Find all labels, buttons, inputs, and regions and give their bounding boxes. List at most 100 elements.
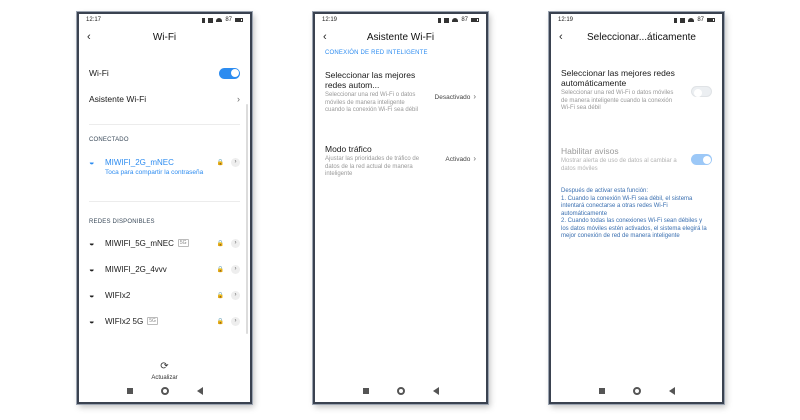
network-details-icon[interactable]: › bbox=[231, 316, 240, 326]
wifi-toggle-row[interactable]: Wi-Fi bbox=[89, 67, 240, 79]
network-item[interactable]: ◒ WIFIx2 5G 5G 🔒 › bbox=[89, 314, 240, 328]
home-button[interactable] bbox=[632, 387, 641, 395]
wifi-label: Wi-Fi bbox=[89, 68, 109, 78]
nav-bar bbox=[551, 380, 722, 402]
header: ‹ Seleccionar...áticamente bbox=[551, 26, 722, 48]
status-icons: 87 bbox=[438, 17, 479, 23]
signal-icon bbox=[444, 17, 450, 23]
chevron-right-icon: › bbox=[237, 94, 240, 104]
enable-alerts-setting[interactable]: Habilitar avisos Mostrar alerta de uso d… bbox=[561, 146, 712, 173]
phone-screen-wifi-assistant: 12:19 87 ‹ Asistente Wi-Fi CONEXIÓN DE R… bbox=[313, 12, 488, 404]
battery-icon bbox=[471, 18, 479, 22]
wifi-signal-icon: ◒ bbox=[89, 290, 95, 300]
item-value-text: Activado bbox=[445, 156, 471, 163]
available-header: REDES DISPONIBLES bbox=[89, 219, 155, 225]
item-value: Activado › bbox=[445, 154, 476, 163]
header: ‹ Wi-Fi bbox=[79, 26, 250, 48]
back-icon[interactable]: ‹ bbox=[87, 31, 99, 43]
traffic-mode-item[interactable]: Modo tráfico Ajustar las prioridades de … bbox=[325, 144, 476, 179]
share-password-hint[interactable]: Toca para compartir la contraseña bbox=[105, 169, 210, 177]
back-nav-button[interactable] bbox=[668, 387, 675, 395]
recents-button[interactable] bbox=[126, 388, 133, 394]
recents-button[interactable] bbox=[362, 388, 369, 394]
lock-icon: 🔒 bbox=[216, 266, 224, 273]
wifi-status-icon bbox=[688, 18, 695, 22]
back-icon[interactable]: ‹ bbox=[323, 31, 335, 43]
content: CONEXIÓN DE RED INTELIGENTE Seleccionar … bbox=[315, 48, 486, 378]
divider bbox=[89, 124, 240, 125]
connected-network[interactable]: ◒ MIWIFI_2G_mNEC 🔒 › bbox=[89, 155, 240, 169]
network-name: MIWIFI_5G_mNEC bbox=[105, 238, 174, 248]
phone-screen-select-auto: 12:19 87 ‹ Seleccionar...áticamente Sele… bbox=[549, 12, 724, 404]
info-note: Después de activar esta función: 1. Cuan… bbox=[561, 188, 707, 239]
network-name: MIWIFI_2G_4vvv bbox=[105, 264, 167, 274]
wifi-signal-icon: ◒ bbox=[89, 238, 95, 248]
bluetooth-icon bbox=[674, 17, 678, 23]
wifi-status-icon bbox=[216, 18, 223, 22]
enable-alerts-toggle[interactable] bbox=[691, 154, 712, 165]
status-bar: 12:19 87 bbox=[315, 14, 486, 26]
page-title: Seleccionar...áticamente bbox=[587, 31, 696, 43]
network-details-icon[interactable]: › bbox=[231, 290, 240, 300]
back-icon[interactable]: ‹ bbox=[559, 31, 571, 43]
network-details-icon[interactable]: › bbox=[231, 238, 240, 248]
divider bbox=[89, 201, 240, 202]
content: Wi-Fi Asistente Wi-Fi › CONECTADO ◒ MIWI… bbox=[79, 48, 250, 381]
item-description: Mostrar alerta de uso de datos al cambia… bbox=[561, 158, 677, 172]
band-tag: 5G bbox=[177, 239, 189, 247]
lock-icon: 🔒 bbox=[216, 318, 224, 325]
item-value: Desactivado › bbox=[435, 92, 476, 101]
network-details-icon[interactable]: › bbox=[231, 264, 240, 274]
item-value-text: Desactivado bbox=[434, 94, 471, 101]
network-name: WIFIx2 5G bbox=[105, 316, 144, 326]
status-icons: 87 bbox=[674, 17, 715, 23]
lock-icon: 🔒 bbox=[216, 240, 224, 247]
band-tag: 5G bbox=[147, 317, 158, 325]
battery-icon bbox=[235, 18, 243, 22]
status-time: 12:19 bbox=[322, 17, 338, 23]
status-bar: 12:19 87 bbox=[551, 14, 722, 26]
network-item[interactable]: ◒ WIFIx2 🔒 › bbox=[89, 288, 240, 302]
back-nav-button[interactable] bbox=[432, 387, 439, 395]
status-time: 12:19 bbox=[558, 17, 574, 23]
page-title: Wi-Fi bbox=[152, 31, 177, 43]
status-icons: 87 bbox=[202, 17, 243, 23]
battery-icon bbox=[707, 18, 715, 22]
scrollbar[interactable] bbox=[246, 104, 248, 334]
network-item[interactable]: ◒ MIWIFI_2G_4vvv 🔒 › bbox=[89, 262, 240, 276]
wifi-status-icon bbox=[452, 18, 459, 22]
chevron-right-icon: › bbox=[473, 154, 476, 163]
refresh-icon: ⟳ bbox=[160, 361, 169, 372]
bluetooth-icon bbox=[202, 17, 206, 23]
home-button[interactable] bbox=[160, 387, 169, 395]
signal-icon bbox=[208, 17, 214, 23]
wifi-assistant-label: Asistente Wi-Fi bbox=[89, 94, 147, 104]
network-details-icon[interactable]: › bbox=[231, 157, 240, 167]
battery-level: 87 bbox=[461, 17, 468, 23]
select-best-networks-item[interactable]: Seleccionar las mejores redes autom... S… bbox=[325, 70, 476, 115]
wifi-toggle[interactable] bbox=[219, 67, 240, 79]
status-bar: 12:17 87 bbox=[79, 14, 250, 26]
back-nav-button[interactable] bbox=[196, 387, 203, 395]
connected-header: CONECTADO bbox=[89, 137, 129, 143]
recents-button[interactable] bbox=[598, 388, 605, 394]
item-description: Seleccionar una red Wi-Fi o datos móvile… bbox=[325, 92, 419, 113]
wifi-assistant-row[interactable]: Asistente Wi-Fi › bbox=[89, 94, 240, 104]
lock-icon: 🔒 bbox=[216, 159, 224, 166]
item-title: Seleccionar las mejores redes automática… bbox=[561, 68, 675, 88]
section-header: CONEXIÓN DE RED INTELIGENTE bbox=[325, 50, 428, 56]
status-time: 12:17 bbox=[86, 17, 102, 23]
signal-icon bbox=[680, 17, 686, 23]
page-title: Asistente Wi-Fi bbox=[366, 31, 435, 43]
refresh-button[interactable]: ⟳ Actualizar bbox=[79, 356, 250, 381]
wifi-signal-icon: ◒ bbox=[89, 157, 95, 167]
lock-icon: 🔒 bbox=[216, 292, 224, 299]
phone-screen-wifi: 12:17 87 ‹ Wi-Fi Wi-Fi Asistente Wi-Fi ›… bbox=[77, 12, 252, 404]
select-best-networks-setting[interactable]: Seleccionar las mejores redes automática… bbox=[561, 68, 712, 113]
network-item[interactable]: ◒ MIWIFI_5G_mNEC 5G 🔒 › bbox=[89, 236, 240, 250]
home-button[interactable] bbox=[396, 387, 405, 395]
select-best-networks-toggle[interactable] bbox=[691, 86, 712, 97]
wifi-signal-icon: ◒ bbox=[89, 316, 95, 326]
battery-level: 87 bbox=[697, 17, 704, 23]
chevron-right-icon: › bbox=[473, 92, 476, 101]
